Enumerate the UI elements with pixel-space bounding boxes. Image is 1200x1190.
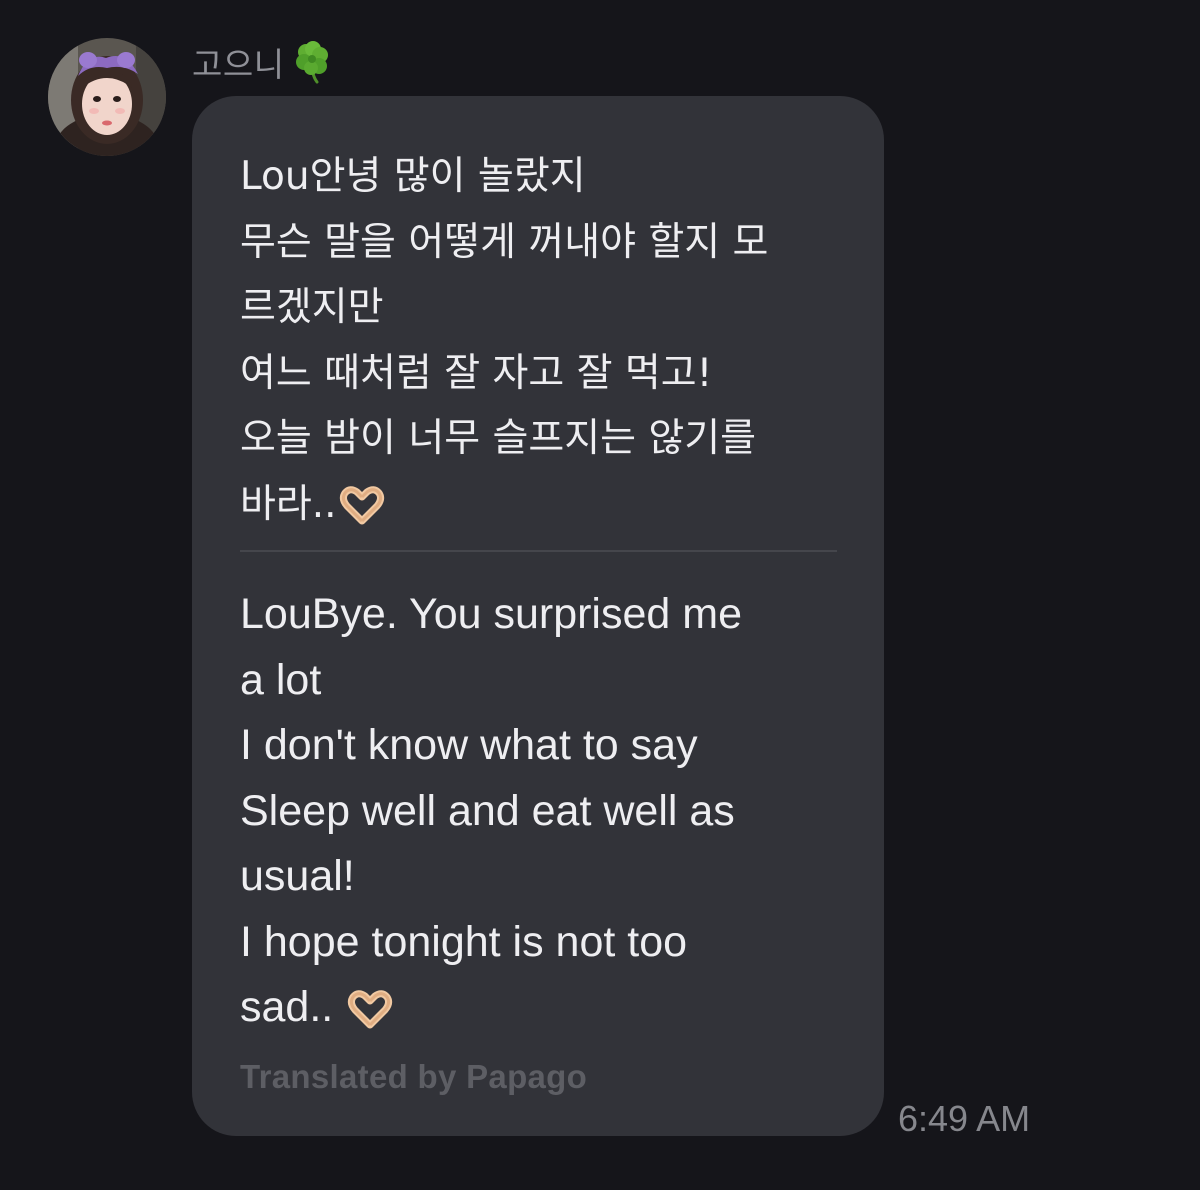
message-bubble[interactable]: Lou안녕 많이 놀랐지 무슨 말을 어떻게 꺼내야 할지 모 르겠지만 여느 …: [192, 96, 884, 1136]
translated-message: LouBye. You surprised me a lot I don't k…: [240, 582, 850, 1041]
translation-divider: [240, 550, 837, 552]
message-line: 여느 때처럼 잘 자고 잘 먹고!: [240, 350, 713, 396]
translation-line: usual!: [240, 852, 355, 900]
original-message: Lou안녕 많이 놀랐지 무슨 말을 어떻게 꺼내야 할지 모 르겠지만 여느 …: [240, 144, 850, 537]
translation-line: a lot: [240, 655, 322, 704]
translation-line: Sleep well and eat well as: [240, 786, 735, 835]
message-line: Lou안녕 많이 놀랐지: [240, 154, 586, 199]
message-line: 바라..: [240, 481, 337, 527]
message-line-with-emoji: 바라..: [240, 472, 850, 538]
heart-hands-icon: [347, 983, 393, 1029]
translation-credit: Translated by Papago: [240, 1058, 588, 1095]
translation-line: I don't know what to say: [240, 721, 698, 769]
translation-line: sad..: [240, 983, 334, 1031]
message-timestamp: 6:49 AM: [898, 1098, 1031, 1139]
translation-line-with-emoji: sad..: [240, 975, 850, 1041]
sender-header: 고으니: [192, 38, 337, 86]
profile-photo-avatar: [48, 38, 166, 156]
message-line: 오늘 밤이 너무 슬프지는 않기를: [240, 416, 757, 461]
translation-line: LouBye. You surprised me: [240, 590, 742, 638]
four-leaf-clover-icon: [289, 38, 337, 86]
message-line: 르겠지만: [240, 285, 384, 330]
message-line: 무슨 말을 어떻게 꺼내야 할지 모: [240, 219, 769, 265]
sender-name[interactable]: 고으니: [192, 38, 285, 86]
translation-line: I hope tonight is not too: [240, 917, 688, 966]
avatar[interactable]: [48, 38, 166, 156]
heart-hands-icon: [339, 480, 385, 524]
